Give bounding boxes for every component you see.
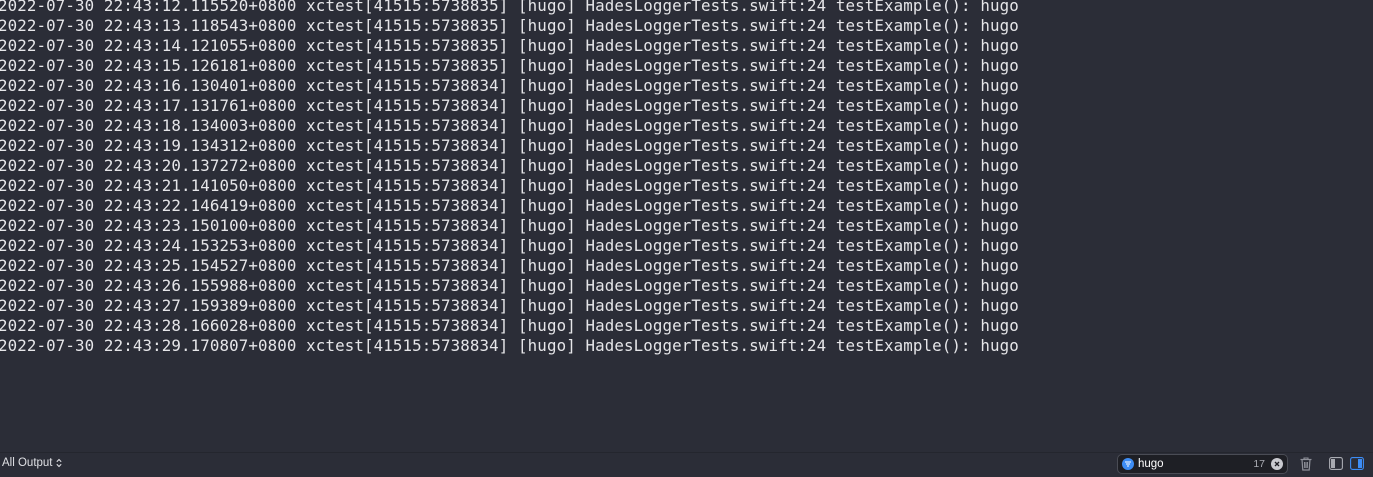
log-line: 2022-07-30 22:43:21.141050+0800 xctest[4…: [0, 176, 1019, 196]
log-line: 2022-07-30 22:43:15.126181+0800 xctest[4…: [0, 56, 1019, 76]
log-line: 2022-07-30 22:43:22.146419+0800 xctest[4…: [0, 196, 1019, 216]
chevron-updown-icon: [56, 458, 62, 468]
filter-field[interactable]: 17: [1117, 454, 1288, 474]
console-output: 2022-07-30 22:43:12.115520+0800 xctest[4…: [0, 0, 1373, 452]
left-panel-toggle-icon[interactable]: [1329, 457, 1343, 470]
log-line: 2022-07-30 22:43:13.118543+0800 xctest[4…: [0, 16, 1019, 36]
log-line: 2022-07-30 22:43:26.155988+0800 xctest[4…: [0, 276, 1019, 296]
output-selector[interactable]: All Output: [2, 457, 62, 469]
log-line: 2022-07-30 22:43:28.166028+0800 xctest[4…: [0, 316, 1019, 336]
log-line: 2022-07-30 22:43:14.121055+0800 xctest[4…: [0, 36, 1019, 56]
output-selector-label: All Output: [2, 457, 53, 469]
log-line: 2022-07-30 22:43:18.134003+0800 xctest[4…: [0, 116, 1019, 136]
log-line: 2022-07-30 22:43:17.131761+0800 xctest[4…: [0, 96, 1019, 116]
filter-input[interactable]: [1138, 456, 1248, 472]
log-line: 2022-07-30 22:43:12.115520+0800 xctest[4…: [0, 0, 1019, 16]
filter-icon[interactable]: [1122, 458, 1134, 470]
match-count: 17: [1253, 458, 1265, 470]
log-line: 2022-07-30 22:43:24.153253+0800 xctest[4…: [0, 236, 1019, 256]
log-line: 2022-07-30 22:43:19.134312+0800 xctest[4…: [0, 136, 1019, 156]
trash-icon[interactable]: [1299, 456, 1313, 472]
log-line: 2022-07-30 22:43:23.150100+0800 xctest[4…: [0, 216, 1019, 236]
clear-icon[interactable]: [1271, 458, 1283, 470]
log-lines: 2022-07-30 22:43:12.115520+0800 xctest[4…: [0, 0, 1019, 356]
log-line: 2022-07-30 22:43:29.170807+0800 xctest[4…: [0, 336, 1019, 356]
right-panel-toggle-icon[interactable]: [1350, 457, 1364, 470]
log-line: 2022-07-30 22:43:27.159389+0800 xctest[4…: [0, 296, 1019, 316]
log-line: 2022-07-30 22:43:16.130401+0800 xctest[4…: [0, 76, 1019, 96]
log-line: 2022-07-30 22:43:25.154527+0800 xctest[4…: [0, 256, 1019, 276]
console-bottom-bar: All Output 17: [0, 452, 1373, 476]
log-line: 2022-07-30 22:43:20.137272+0800 xctest[4…: [0, 156, 1019, 176]
